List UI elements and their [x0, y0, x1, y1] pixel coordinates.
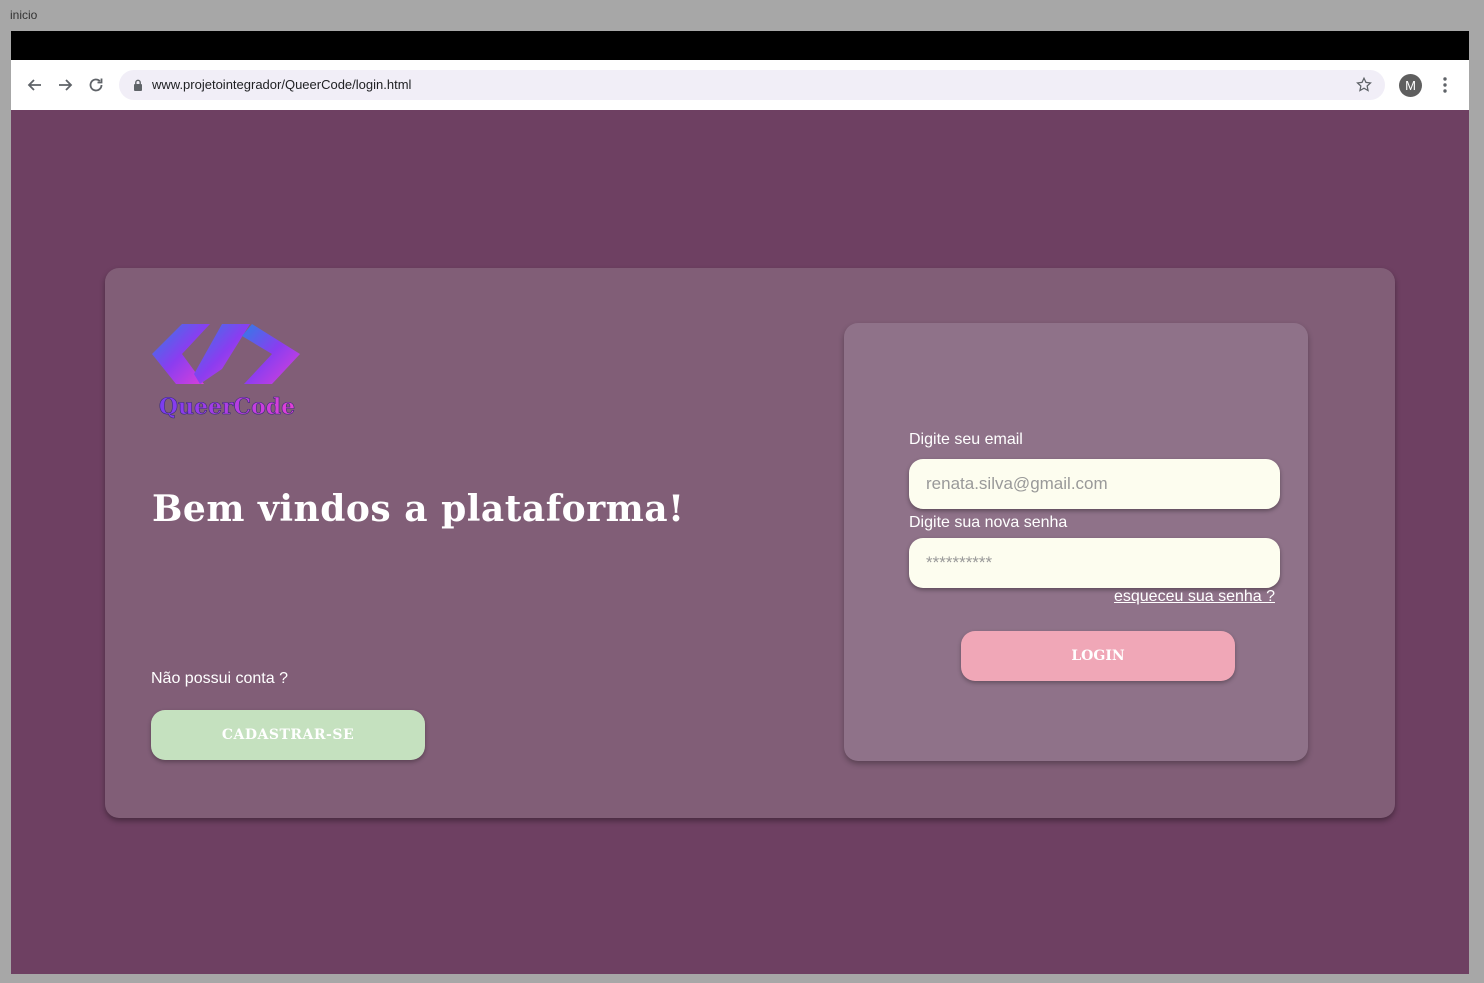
login-card: QueerCode Bem vindos a plataforma! Não p…	[105, 268, 1395, 818]
password-label: Digite sua nova senha	[909, 514, 1068, 531]
signup-button[interactable]: CADASTRAR-SE	[151, 710, 425, 760]
arrow-left-icon[interactable]	[25, 75, 45, 95]
arrow-right-icon[interactable]	[55, 75, 75, 95]
email-label: Digite seu email	[909, 431, 1023, 448]
reload-icon[interactable]	[86, 75, 106, 95]
login-button[interactable]: LOGIN	[961, 631, 1235, 681]
email-field[interactable]	[909, 459, 1280, 509]
page-viewport: QueerCode Bem vindos a plataforma! Não p…	[11, 110, 1469, 974]
window-title: inicio	[10, 8, 38, 22]
browser-toolbar: www.projetointegrador/QueerCode/login.ht…	[11, 60, 1469, 110]
browser-tab-strip	[11, 31, 1469, 60]
logo-text: QueerCode	[159, 394, 295, 420]
more-vert-icon[interactable]	[1435, 75, 1455, 95]
login-form-panel: Digite seu email Digite sua nova senha e…	[844, 323, 1308, 761]
star-icon[interactable]	[1355, 76, 1373, 94]
lock-icon	[134, 79, 142, 91]
page-title: Bem vindos a plataforma!	[152, 488, 685, 530]
password-field[interactable]	[909, 538, 1280, 588]
queercode-logo: QueerCode	[152, 324, 300, 420]
browser-window: www.projetointegrador/QueerCode/login.ht…	[11, 31, 1469, 974]
no-account-text: Não possui conta ?	[151, 670, 288, 687]
address-bar[interactable]: www.projetointegrador/QueerCode/login.ht…	[119, 70, 1385, 100]
url-text: www.projetointegrador/QueerCode/login.ht…	[152, 77, 412, 92]
avatar[interactable]: M	[1399, 74, 1422, 97]
forgot-password-link[interactable]: esqueceu sua senha ?	[1114, 588, 1275, 606]
